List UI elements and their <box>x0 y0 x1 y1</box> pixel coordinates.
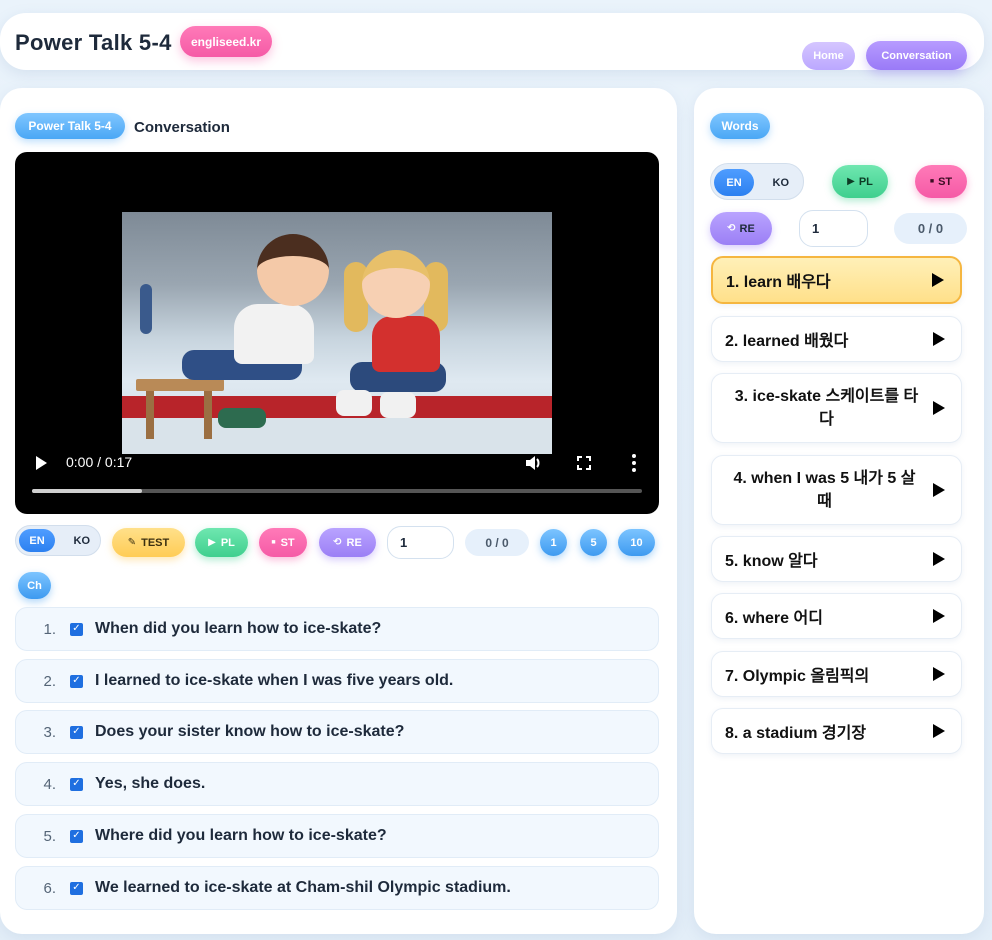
speed-1-button[interactable]: 1 <box>540 529 567 556</box>
section-label: Conversation <box>134 119 230 136</box>
speed-10-button[interactable]: 10 <box>618 529 655 556</box>
words-tag: Words <box>710 113 770 139</box>
sentence-text: Yes, she does. <box>95 775 206 792</box>
conversation-panel: Power Talk 5-4 Conversation 0:00 / 0:17 <box>0 88 677 934</box>
word-item[interactable]: 4. when I was 5 내가 5 살 때 <box>711 455 962 525</box>
play-icon: ▶ <box>208 537 216 548</box>
checkbox-checked-icon[interactable]: ✓ <box>70 674 83 688</box>
checkbox-checked-icon[interactable]: ✓ <box>70 881 83 895</box>
more-vertical-icon[interactable] <box>630 453 638 473</box>
conversation-button[interactable]: Conversation <box>866 41 967 70</box>
checkbox-checked-icon[interactable]: ✓ <box>70 777 83 791</box>
play-icon[interactable] <box>933 483 945 497</box>
play-icon[interactable] <box>36 456 47 470</box>
lang-en-option[interactable]: EN <box>19 529 55 552</box>
word-item[interactable]: 5. know 알다 <box>711 536 962 582</box>
brand-badge[interactable]: engliseed.kr <box>180 26 272 57</box>
play-icon[interactable] <box>932 273 944 287</box>
repeat-icon: ⟲ <box>727 223 736 234</box>
home-button[interactable]: Home <box>802 42 855 70</box>
repeat-button[interactable]: ⟲ RE <box>319 528 376 557</box>
words-repeat-count-input[interactable] <box>799 210 868 247</box>
video-frame <box>122 212 552 454</box>
stop-button[interactable]: ■ ST <box>259 528 307 557</box>
play-icon[interactable] <box>933 552 945 566</box>
repeat-count-input[interactable] <box>387 526 454 559</box>
words-play-button[interactable]: ▶ PL <box>832 165 888 198</box>
checkbox-checked-icon[interactable]: ✓ <box>70 622 83 636</box>
video-time: 0:00 / 0:17 <box>66 454 133 470</box>
speed-5-button[interactable]: 5 <box>580 529 607 556</box>
checkbox-checked-icon[interactable]: ✓ <box>70 725 83 739</box>
repeat-icon: ⟲ <box>333 537 342 548</box>
word-item[interactable]: 2. learned 배웠다 <box>711 316 962 362</box>
sentence-row[interactable]: 5. ✓ Where did you learn how to ice-skat… <box>15 814 659 858</box>
play-icon[interactable] <box>933 667 945 681</box>
sentence-row[interactable]: 3. ✓ Does your sister know how to ice-sk… <box>15 710 659 754</box>
stop-icon: ■ <box>271 539 276 546</box>
words-repeat-button[interactable]: ⟲ RE <box>710 212 772 245</box>
chinese-button[interactable]: Ch <box>18 572 51 599</box>
video-progress-fill <box>32 489 142 493</box>
language-toggle[interactable]: EN KO <box>15 525 101 556</box>
word-item[interactable]: 1. learn 배우다 <box>711 256 962 304</box>
top-header: Power Talk 5-4 engliseed.kr Home Convers… <box>0 13 984 70</box>
volume-icon[interactable] <box>524 454 542 472</box>
sentence-text: Where did you learn how to ice-skate? <box>95 827 387 844</box>
word-item[interactable]: 7. Olympic 올림픽의 <box>711 651 962 697</box>
words-lang-ko-option[interactable]: KO <box>773 169 790 196</box>
fullscreen-icon[interactable] <box>577 456 591 470</box>
play-icon[interactable] <box>933 332 945 346</box>
sentence-text: Does your sister know how to ice-skate? <box>95 723 405 740</box>
lang-ko-option[interactable]: KO <box>74 529 91 552</box>
sentence-row[interactable]: 4. ✓ Yes, she does. <box>15 762 659 806</box>
words-progress-counter: 0 / 0 <box>894 213 967 244</box>
sentence-row[interactable]: 2. ✓ I learned to ice-skate when I was f… <box>15 659 659 703</box>
words-language-toggle[interactable]: EN KO <box>710 163 804 200</box>
play-icon: ▶ <box>847 176 855 187</box>
sentence-text: I learned to ice-skate when I was five y… <box>95 672 454 689</box>
word-item[interactable]: 8. a stadium 경기장 <box>711 708 962 754</box>
pencil-icon: ✎ <box>127 537 137 548</box>
video-progress-bar[interactable] <box>32 489 642 493</box>
video-player[interactable]: 0:00 / 0:17 <box>15 152 659 514</box>
words-stop-button[interactable]: ■ ST <box>915 165 967 198</box>
sentence-text: We learned to ice-skate at Cham-shil Oly… <box>95 879 511 896</box>
play-icon[interactable] <box>933 724 945 738</box>
play-all-button[interactable]: ▶ PL <box>195 528 248 557</box>
sentence-row[interactable]: 1. ✓ When did you learn how to ice-skate… <box>15 607 659 651</box>
word-item[interactable]: 3. ice-skate 스케이트를 타다 <box>711 373 962 443</box>
checkbox-checked-icon[interactable]: ✓ <box>70 829 83 843</box>
play-icon[interactable] <box>933 401 945 415</box>
page-title: Power Talk 5-4 <box>15 30 172 55</box>
words-lang-en-option[interactable]: EN <box>714 169 754 196</box>
sentence-row[interactable]: 6. ✓ We learned to ice-skate at Cham-shi… <box>15 866 659 910</box>
lesson-tag: Power Talk 5-4 <box>15 113 125 139</box>
progress-counter: 0 / 0 <box>465 529 529 556</box>
sentence-text: When did you learn how to ice-skate? <box>95 620 382 637</box>
test-button[interactable]: ✎ TEST <box>112 528 185 557</box>
play-icon[interactable] <box>933 609 945 623</box>
word-item[interactable]: 6. where 어디 <box>711 593 962 639</box>
stop-icon: ■ <box>929 178 935 185</box>
